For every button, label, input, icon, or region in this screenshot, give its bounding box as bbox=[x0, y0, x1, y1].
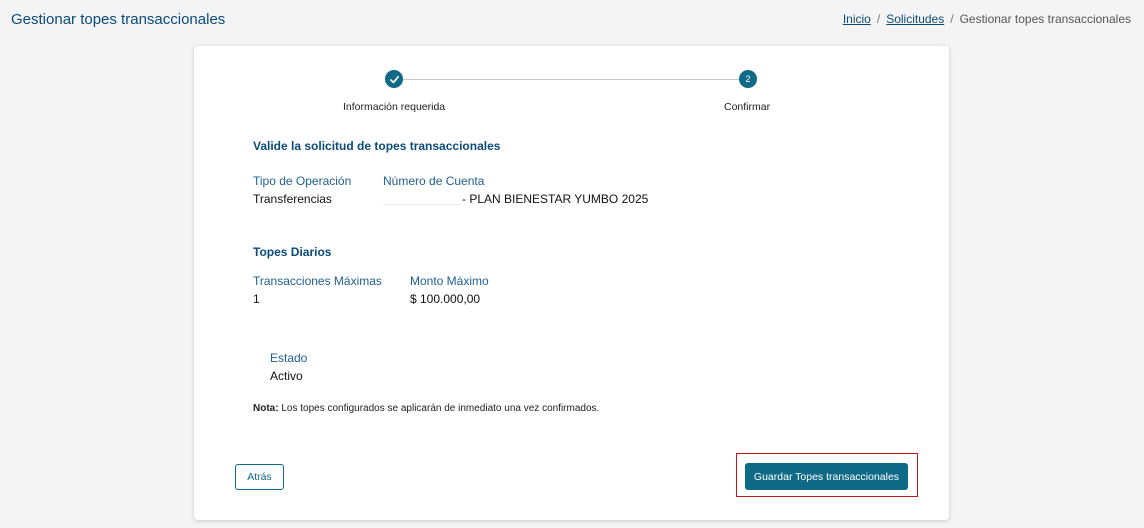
save-limits-button[interactable]: Guardar Topes transaccionales bbox=[745, 463, 908, 490]
breadcrumb-home-link[interactable]: Inicio bbox=[843, 12, 871, 26]
account-number-value: - PLAN BIENESTAR YUMBO 2025 bbox=[462, 192, 649, 206]
step-2-label: Confirmar bbox=[724, 101, 771, 113]
daily-limits-title: Topes Diarios bbox=[253, 245, 332, 259]
max-amount-value: $ 100.000,00 bbox=[410, 292, 481, 306]
max-amount-label: Monto Máximo bbox=[410, 274, 489, 288]
stepper-line bbox=[403, 79, 740, 80]
operation-type-value: Transferencias bbox=[253, 192, 332, 206]
step-1-label: Información requerida bbox=[343, 101, 446, 113]
note-text: Nota: Los topes configurados se aplicará… bbox=[253, 403, 599, 414]
validation-section-title: Valide la solicitud de topes transaccion… bbox=[253, 139, 501, 153]
breadcrumb-separator: / bbox=[950, 12, 954, 26]
back-button[interactable]: Atrás bbox=[235, 464, 284, 490]
masked-account-number bbox=[383, 191, 461, 205]
confirmation-card: 2 Información requerida Confirmar Valide… bbox=[194, 46, 949, 520]
account-number-label: Número de Cuenta bbox=[383, 174, 485, 188]
operation-type-label: Tipo de Operación bbox=[253, 174, 352, 188]
breadcrumb-current: Gestionar topes transaccionales bbox=[959, 12, 1131, 26]
max-transactions-value: 1 bbox=[253, 292, 260, 306]
check-icon bbox=[389, 75, 399, 83]
note-body: Los topes configurados se aplicarán de i… bbox=[278, 403, 600, 414]
note-prefix: Nota: bbox=[253, 403, 279, 414]
breadcrumb-requests-link[interactable]: Solicitudes bbox=[886, 12, 944, 26]
stepper: 2 Información requerida Confirmar bbox=[194, 70, 949, 120]
page-title: Gestionar topes transaccionales bbox=[11, 11, 226, 28]
breadcrumb: Inicio / Solicitudes / Gestionar topes t… bbox=[843, 12, 1131, 26]
step-2-indicator: 2 bbox=[739, 70, 757, 88]
step-1-indicator bbox=[385, 70, 403, 88]
breadcrumb-separator: / bbox=[876, 12, 881, 26]
status-label: Estado bbox=[270, 351, 308, 365]
max-transactions-label: Transacciones Máximas bbox=[253, 274, 382, 288]
status-value: Activo bbox=[270, 369, 303, 383]
